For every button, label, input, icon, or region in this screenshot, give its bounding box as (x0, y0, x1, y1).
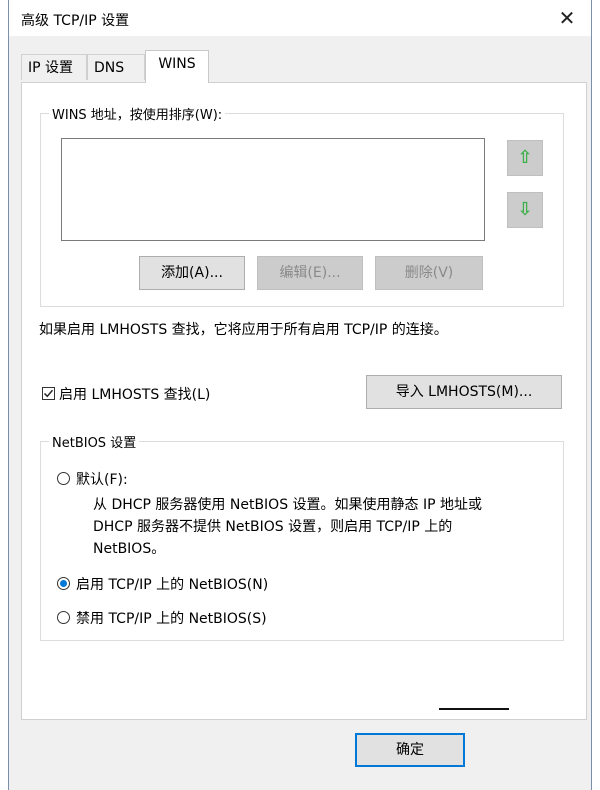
netbios-group-label: NetBIOS 设置 (49, 432, 140, 451)
add-wins-button[interactable]: 添加(A)... (139, 256, 245, 290)
wins-group-label: WINS 地址，按使用排序(W): (49, 104, 226, 123)
netbios-default-label[interactable]: 默认(F): (76, 469, 128, 489)
lmhosts-checkbox-label[interactable]: 启用 LMHOSTS 查找(L) (59, 384, 210, 404)
lmhosts-checkbox[interactable] (42, 387, 55, 400)
edit-wins-button[interactable]: 编辑(E)... (257, 256, 363, 290)
wins-address-group: WINS 地址，按使用排序(W): ⇧ ⇩ 添加(A)... 编辑(E)... … (40, 104, 564, 307)
description-line: NetBIOS。 (93, 541, 166, 557)
remove-wins-button[interactable]: 删除(V) (375, 256, 483, 290)
title-bar: 高级 TCP/IP 设置 ✕ (9, 0, 591, 36)
netbios-disable-radio[interactable] (57, 611, 70, 624)
wins-address-list[interactable] (61, 138, 485, 241)
netbios-enable-radio[interactable] (57, 577, 70, 590)
window-title: 高级 TCP/IP 设置 (21, 13, 130, 29)
checkmark-icon (43, 389, 54, 398)
lmhosts-info-text: 如果启用 LMHOSTS 查找，它将应用于所有启用 TCP/IP 的连接。 (39, 322, 448, 338)
close-icon[interactable]: ✕ (555, 6, 579, 30)
import-lmhosts-button[interactable]: 导入 LMHOSTS(M)... (366, 375, 562, 409)
radio-selected-dot (60, 580, 67, 587)
tab-ip-settings[interactable]: IP 设置 (21, 54, 87, 80)
ok-button[interactable]: 确定 (355, 733, 465, 767)
description-line: DHCP 服务器不提供 NetBIOS 设置，则启用 TCP/IP 上的 (93, 519, 453, 535)
netbios-default-radio[interactable] (57, 472, 70, 485)
wins-panel: WINS 地址，按使用排序(W): ⇧ ⇩ 添加(A)... 编辑(E)... … (21, 82, 587, 720)
tab-dns[interactable]: DNS (87, 54, 145, 80)
description-line: 从 DHCP 服务器使用 NetBIOS 设置。如果使用静态 IP 地址或 (93, 497, 483, 513)
netbios-disable-label[interactable]: 禁用 TCP/IP 上的 NetBIOS(S) (76, 608, 267, 628)
advanced-tcpip-dialog: 高级 TCP/IP 设置 ✕ IP 设置 DNS WINS WINS 地址，按使… (8, 0, 592, 790)
netbios-enable-label[interactable]: 启用 TCP/IP 上的 NetBIOS(N) (76, 574, 268, 594)
move-down-icon[interactable]: ⇩ (507, 192, 543, 228)
decorative-divider (439, 708, 509, 710)
netbios-default-description: 从 DHCP 服务器使用 NetBIOS 设置。如果使用静态 IP 地址或 DH… (93, 494, 482, 560)
tab-wins[interactable]: WINS (145, 50, 209, 83)
netbios-group: NetBIOS 设置 默认(F): 从 DHCP 服务器使用 NetBIOS 设… (40, 432, 564, 641)
move-up-icon[interactable]: ⇧ (507, 140, 543, 176)
